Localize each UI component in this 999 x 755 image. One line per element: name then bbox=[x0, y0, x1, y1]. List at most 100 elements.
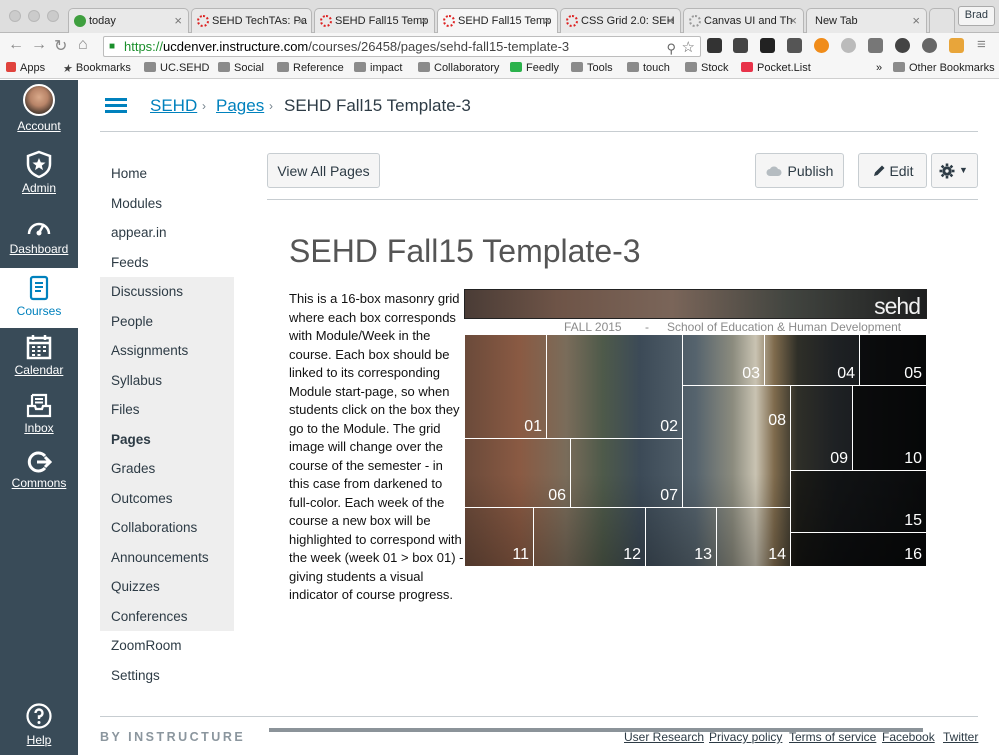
view-all-pages-button[interactable]: View All Pages bbox=[267, 153, 380, 188]
course-nav-item-outcomes[interactable]: Outcomes bbox=[100, 483, 234, 513]
hamburger-menu-icon[interactable] bbox=[105, 98, 127, 114]
grid-box-10[interactable]: 10 bbox=[852, 385, 927, 471]
tab-close-icon[interactable]: × bbox=[543, 13, 551, 28]
bookmark-other[interactable]: Other Bookmarks bbox=[893, 62, 995, 74]
grid-box-01[interactable]: 01 bbox=[464, 334, 547, 439]
home-icon[interactable]: ⌂ bbox=[78, 36, 88, 54]
settings-menu-button[interactable]: ▼ bbox=[931, 153, 978, 188]
course-nav-item-settings[interactable]: Settings bbox=[100, 661, 234, 691]
grid-box-15[interactable]: 15 bbox=[790, 470, 927, 533]
breadcrumb-pages-link[interactable]: Pages bbox=[216, 96, 264, 115]
course-nav-item-syllabus[interactable]: Syllabus bbox=[100, 365, 234, 395]
orange-extension-icon[interactable] bbox=[814, 38, 829, 53]
bookmark-folder[interactable]: Tools bbox=[571, 62, 613, 74]
bookmarks-overflow-chevron[interactable]: » bbox=[876, 62, 882, 74]
bookmark-folder[interactable]: Collaboratory bbox=[418, 62, 499, 74]
course-nav-item-assignments[interactable]: Assignments bbox=[100, 336, 234, 366]
breadcrumb-course-link[interactable]: SEHD bbox=[150, 96, 197, 115]
grid-box-09[interactable]: 09 bbox=[790, 385, 853, 471]
minimize-window-button[interactable] bbox=[28, 10, 40, 22]
bookmark-folder[interactable]: impact bbox=[354, 62, 402, 74]
course-nav-item-people[interactable]: People bbox=[100, 306, 234, 336]
grid-box-08[interactable]: 08 bbox=[682, 385, 791, 508]
grid-box-13[interactable]: 13 bbox=[645, 507, 717, 567]
browser-tab[interactable]: CSS Grid 2.0: SEH × bbox=[560, 8, 681, 33]
cast-extension-icon[interactable] bbox=[868, 38, 883, 53]
profile-button[interactable]: Brad bbox=[957, 6, 995, 26]
course-nav-item-conferences[interactable]: Conferences bbox=[100, 601, 234, 631]
browser-tab[interactable]: SEHD TechTAs: Pa × bbox=[191, 8, 312, 33]
course-nav-item-modules[interactable]: Modules bbox=[100, 189, 234, 219]
grid-box-11[interactable]: 11 bbox=[464, 507, 534, 567]
tab-close-icon[interactable]: × bbox=[789, 13, 797, 28]
footer-link-twitter[interactable]: Twitter bbox=[943, 730, 978, 744]
grid-box-04[interactable]: 04 bbox=[764, 334, 860, 386]
footer-link-privacy-policy[interactable]: Privacy policy bbox=[709, 730, 782, 744]
tab-close-icon[interactable]: × bbox=[420, 13, 428, 28]
new-tab-button[interactable] bbox=[929, 8, 955, 33]
buffer-extension-icon[interactable] bbox=[760, 38, 775, 53]
tab-close-icon[interactable]: × bbox=[174, 13, 182, 28]
footer-link-facebook[interactable]: Facebook bbox=[882, 730, 935, 744]
course-nav-item-collaborations[interactable]: Collaborations bbox=[100, 513, 234, 543]
grid-box-07[interactable]: 07 bbox=[570, 438, 683, 508]
shield-extension-icon[interactable] bbox=[922, 38, 937, 53]
back-icon[interactable]: ← bbox=[8, 36, 24, 54]
bookmark-folder[interactable]: UC.SEHD bbox=[144, 62, 210, 74]
browser-tab[interactable]: New Tab × bbox=[806, 8, 927, 33]
publish-button[interactable]: Publish bbox=[755, 153, 844, 188]
grid-box-16[interactable]: 16 bbox=[790, 532, 927, 567]
browser-tab[interactable]: SEHD Fall15 Temp × bbox=[314, 8, 435, 33]
course-nav-item-announcements[interactable]: Announcements bbox=[100, 542, 234, 572]
global-nav-account[interactable]: Account bbox=[0, 84, 78, 142]
course-nav-item-zoomroom[interactable]: ZoomRoom bbox=[100, 631, 234, 661]
course-nav-item-grades[interactable]: Grades bbox=[100, 454, 234, 484]
gray-extension-icon[interactable] bbox=[841, 38, 856, 53]
reload-icon[interactable]: ↻ bbox=[54, 36, 67, 56]
tab-close-icon[interactable]: × bbox=[297, 13, 305, 28]
evernote-extension-icon[interactable] bbox=[733, 38, 748, 53]
global-nav-calendar[interactable]: Calendar bbox=[0, 334, 78, 384]
course-nav-item-pages[interactable]: Pages bbox=[100, 424, 234, 454]
check-extension-icon[interactable] bbox=[895, 38, 910, 53]
grid-box-03[interactable]: 03 bbox=[682, 334, 765, 386]
global-nav-courses[interactable]: Courses bbox=[0, 268, 78, 328]
course-nav-item-files[interactable]: Files bbox=[100, 395, 234, 425]
close-window-button[interactable] bbox=[9, 10, 21, 22]
bookmark-folder[interactable]: touch bbox=[627, 62, 670, 74]
grid-box-05[interactable]: 05 bbox=[859, 334, 927, 386]
global-nav-dashboard[interactable]: Dashboard bbox=[0, 215, 78, 265]
course-nav-item-appear-in[interactable]: appear.in bbox=[100, 218, 234, 248]
course-nav-item-feeds[interactable]: Feeds bbox=[100, 248, 234, 278]
breadcrumb-course[interactable]: SEHD bbox=[150, 96, 197, 116]
grid-box-12[interactable]: 12 bbox=[533, 507, 646, 567]
bookmark-pocket[interactable]: Pocket.List bbox=[741, 62, 811, 74]
global-nav-admin[interactable]: Admin bbox=[0, 150, 78, 202]
footer-link-user-research[interactable]: User Research bbox=[624, 730, 704, 744]
grid-box-06[interactable]: 06 bbox=[464, 438, 571, 508]
bookmark-feedly[interactable]: Feedly bbox=[510, 62, 559, 74]
breadcrumb-pages[interactable]: Pages bbox=[216, 96, 264, 116]
address-bar[interactable]: ■ https://ucdenver.instructure.com/cours… bbox=[103, 36, 701, 57]
global-nav-commons[interactable]: Commons bbox=[0, 451, 78, 501]
bookmark-folder[interactable]: Social bbox=[218, 62, 264, 74]
zoom-window-button[interactable] bbox=[47, 10, 59, 22]
edit-button[interactable]: Edit bbox=[858, 153, 927, 188]
bookmark-folder[interactable]: Reference bbox=[277, 62, 344, 74]
zoom-icon[interactable]: ⚲ bbox=[666, 41, 676, 57]
grid-box-14[interactable]: 14 bbox=[716, 507, 791, 567]
bookmark-folder[interactable]: Stock bbox=[685, 62, 729, 74]
course-nav-item-home[interactable]: Home bbox=[100, 159, 234, 189]
browser-tab[interactable]: Canvas UI and Th × bbox=[683, 8, 804, 33]
forward-icon[interactable]: → bbox=[31, 36, 47, 54]
film-extension-icon[interactable] bbox=[787, 38, 802, 53]
bookmark-bookmarks[interactable]: ★ Bookmarks bbox=[62, 62, 131, 75]
pocket-extension-icon[interactable] bbox=[707, 38, 722, 53]
course-nav-item-discussions[interactable]: Discussions bbox=[100, 277, 234, 307]
grid-box-02[interactable]: 02 bbox=[546, 334, 683, 439]
footer-link-terms-of-service[interactable]: Terms of service bbox=[789, 730, 876, 744]
browser-tab-active[interactable]: SEHD Fall15 Temp × bbox=[437, 8, 558, 33]
tab-close-icon[interactable]: × bbox=[666, 13, 674, 28]
global-nav-inbox[interactable]: Inbox bbox=[0, 392, 78, 442]
k-extension-icon[interactable] bbox=[949, 38, 964, 53]
